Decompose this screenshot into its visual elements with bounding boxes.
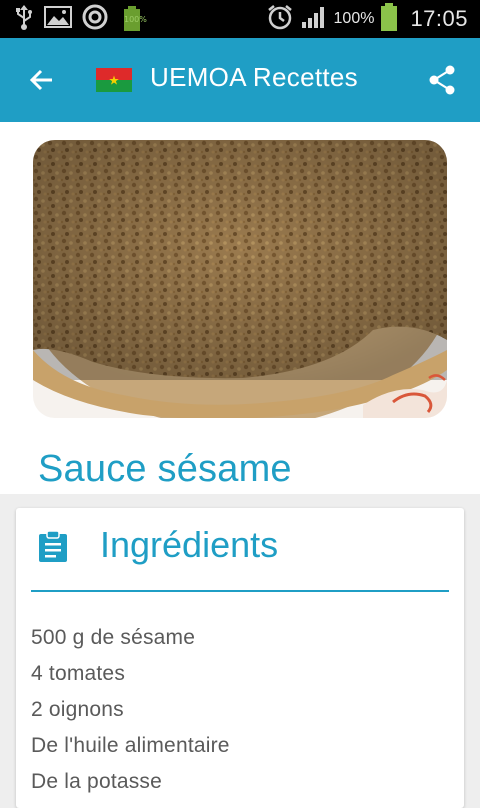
share-button[interactable] [424,62,460,98]
clock: 17:05 [410,6,468,31]
divider [31,590,449,592]
list-item: De la potasse [31,770,163,793]
clipboard-icon [38,530,68,562]
recipe-title: Sauce sésame [38,448,292,490]
sync-icon [82,4,108,35]
alarm-icon [266,3,294,36]
battery-percent: 100% [333,10,375,27]
signal-icon [300,4,328,35]
back-button[interactable] [22,60,62,100]
share-icon [429,65,455,95]
recipe-photo [33,140,447,418]
ingredients-heading: Ingrédients [100,524,279,565]
ingredients-card: Ingrédients 500 g de sésame 4 tomates 2 … [16,508,464,808]
list-item: 500 g de sésame [31,626,196,649]
battery-small-label: 100% [124,15,147,24]
ingredients-list: 500 g de sésame 4 tomates 2 oignons De l… [31,620,230,800]
app-title: UEMOA Recettes [150,62,358,92]
battery-icon: 100% [118,5,148,33]
status-bar: 100% 100% 17:05 [0,0,480,38]
burkina-faso-flag-icon [96,68,132,92]
list-item: 2 oignons [31,698,124,721]
list-item: 4 tomates [31,662,126,685]
list-item: De l'huile alimentaire [31,734,230,757]
usb-icon [14,4,34,35]
recipe-header: Sauce sésame [0,122,480,494]
arrow-back-icon [29,69,52,91]
image-icon [44,5,72,34]
battery-full-icon [380,2,398,36]
app-bar: UEMOA Recettes [0,38,480,122]
